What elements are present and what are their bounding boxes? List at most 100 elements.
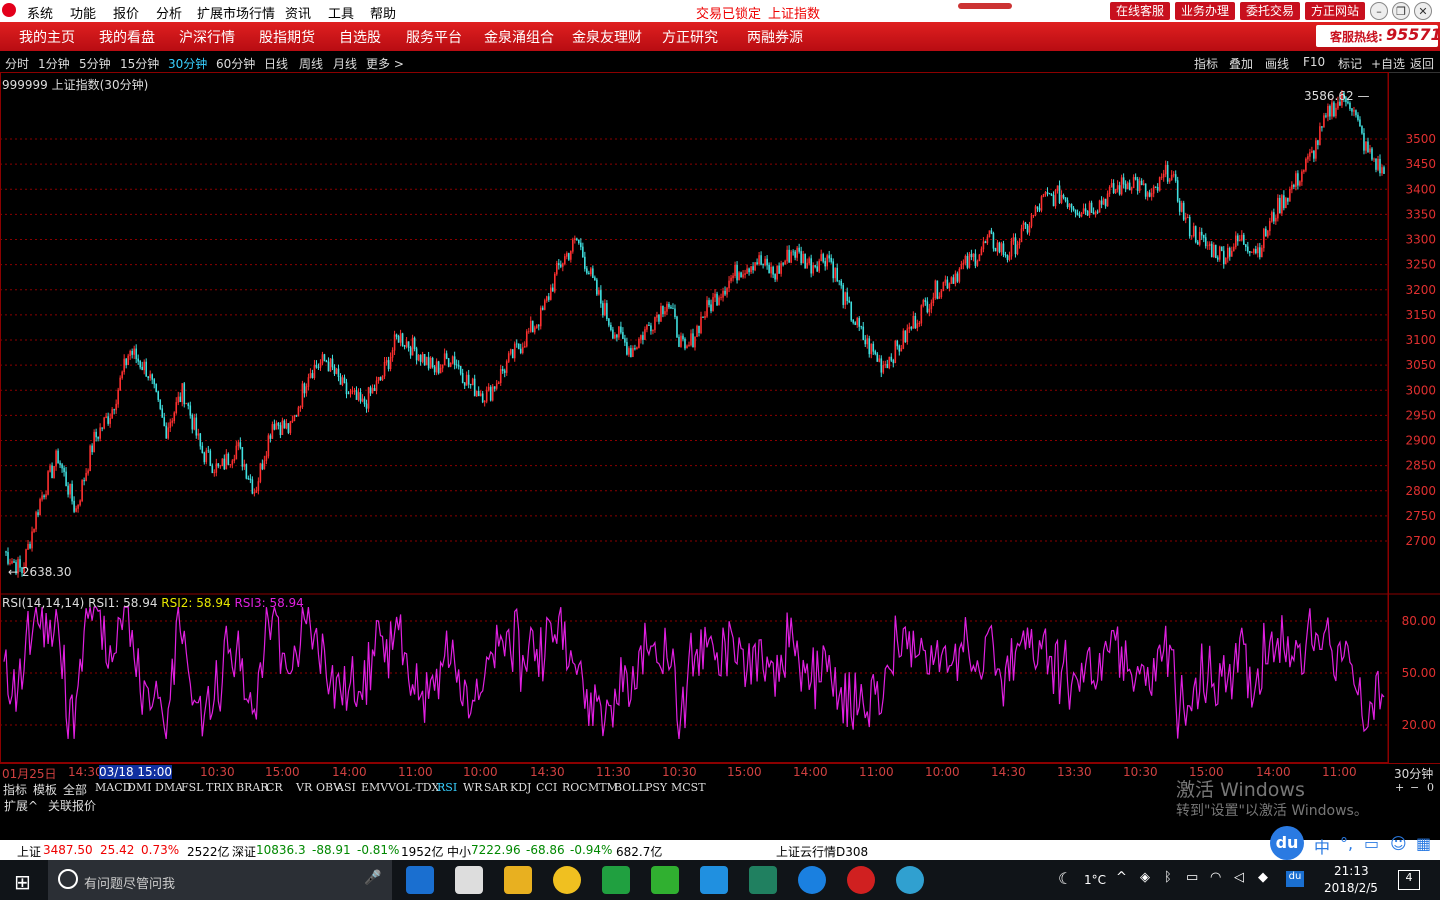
- indicator-tab-cci[interactable]: CCI: [536, 781, 557, 794]
- indicator-tab-psy[interactable]: PSY: [645, 781, 667, 794]
- tool-add-watch[interactable]: +自选: [1371, 55, 1405, 72]
- edge-icon[interactable]: [406, 866, 434, 894]
- ime-grid-icon[interactable]: ▦: [1416, 834, 1431, 853]
- period-5min[interactable]: 5分钟: [79, 55, 111, 72]
- tool-indicator[interactable]: 指标: [1194, 55, 1218, 72]
- menu-system[interactable]: 系统: [27, 3, 53, 22]
- menu-quote[interactable]: 报价: [113, 3, 139, 22]
- nav-research[interactable]: 方正研究: [662, 27, 718, 47]
- indicator-tab-dma[interactable]: DMA: [155, 781, 183, 794]
- related-quote-tab[interactable]: 关联报价: [48, 797, 96, 814]
- indicator-tab-模板[interactable]: 模板: [33, 781, 57, 798]
- online-service-button[interactable]: 在线客服: [1110, 2, 1170, 20]
- period-60min[interactable]: 60分钟: [216, 55, 255, 72]
- period-tick[interactable]: 分时: [5, 55, 29, 72]
- menu-function[interactable]: 功能: [70, 3, 96, 22]
- indicator-tab-emv[interactable]: EMV: [361, 781, 388, 794]
- indicator-tab-指标[interactable]: 指标: [3, 781, 27, 798]
- bluetooth-icon[interactable]: ᛒ: [1164, 870, 1172, 885]
- nav-futures[interactable]: 股指期货: [259, 27, 315, 47]
- clock-date[interactable]: 2018/2/5: [1324, 881, 1378, 895]
- indicator-tab-mcst[interactable]: MCST: [671, 781, 706, 794]
- notification-icon[interactable]: 4: [1398, 870, 1420, 890]
- microphone-icon[interactable]: 🎤: [364, 870, 381, 886]
- indicator-tab-cr[interactable]: CR: [266, 781, 283, 794]
- clock-time[interactable]: 21:13: [1334, 864, 1369, 878]
- tool-draw[interactable]: 画线: [1265, 55, 1289, 72]
- app-yellow-icon[interactable]: [553, 866, 581, 894]
- weather-temp[interactable]: 1°C: [1084, 873, 1106, 887]
- indicator-tab-trix[interactable]: TRIX: [206, 781, 234, 794]
- tool-overlay[interactable]: 叠加: [1229, 55, 1253, 72]
- menu-tools[interactable]: 工具: [328, 3, 354, 22]
- cortana-icon[interactable]: [58, 869, 78, 889]
- nav-market[interactable]: 沪深行情: [179, 27, 235, 47]
- tray-chevron-icon[interactable]: ^: [1116, 870, 1127, 885]
- period-more[interactable]: 更多 >: [366, 55, 404, 72]
- period-15min[interactable]: 15分钟: [120, 55, 159, 72]
- nav-service[interactable]: 服务平台: [406, 27, 462, 47]
- explorer-icon[interactable]: [504, 866, 532, 894]
- menu-help[interactable]: 帮助: [370, 3, 396, 22]
- founder-app-icon[interactable]: [847, 866, 875, 894]
- indicator-tab-macd[interactable]: MACD: [95, 781, 131, 794]
- indicator-tab-dmi[interactable]: DMI: [127, 781, 151, 794]
- business-button[interactable]: 业务办理: [1175, 2, 1235, 20]
- browser-globe-icon[interactable]: [896, 866, 924, 894]
- video-player-icon[interactable]: [700, 866, 728, 894]
- ime-punct-icon[interactable]: °,: [1340, 834, 1353, 853]
- website-button[interactable]: 方正网站: [1305, 2, 1365, 20]
- ime-keyboard-icon[interactable]: ▭: [1364, 834, 1379, 853]
- tool-back[interactable]: 返回: [1410, 55, 1434, 72]
- zoom-in-icon[interactable]: +: [1395, 781, 1404, 794]
- restore-icon[interactable]: ❐: [1392, 2, 1410, 20]
- ie-icon[interactable]: [798, 866, 826, 894]
- period-1min[interactable]: 1分钟: [38, 55, 70, 72]
- nav-portfolio[interactable]: 金泉涌组合: [484, 27, 554, 47]
- indicator-tab-wr[interactable]: WR: [463, 781, 483, 794]
- shield-icon[interactable]: ◈: [1140, 870, 1150, 885]
- tool-mark[interactable]: 标记: [1338, 55, 1362, 72]
- app-green-icon[interactable]: [602, 866, 630, 894]
- ime-user-icon[interactable]: ☺: [1390, 834, 1407, 853]
- baidu-tray-icon[interactable]: du: [1286, 871, 1304, 887]
- indicator-tab-roc[interactable]: ROC: [562, 781, 588, 794]
- entrust-trade-button[interactable]: 委托交易: [1240, 2, 1300, 20]
- minimize-icon[interactable]: –: [1370, 2, 1388, 20]
- menu-analysis[interactable]: 分析: [156, 3, 182, 22]
- iqiyi-icon[interactable]: [651, 866, 679, 894]
- indicator-tab-全部[interactable]: 全部: [63, 781, 87, 798]
- nav-home[interactable]: 我的主页: [19, 27, 75, 47]
- cloud-quote[interactable]: 上证云行情D308: [776, 843, 868, 860]
- close-icon[interactable]: ✕: [1414, 2, 1432, 20]
- search-input[interactable]: 有问题尽管问我: [84, 873, 175, 892]
- period-30min[interactable]: 30分钟: [168, 55, 207, 72]
- indicator-tab-vr[interactable]: VR: [296, 781, 312, 794]
- sh-label[interactable]: 上证: [17, 843, 41, 860]
- baidu-ime-icon[interactable]: du: [1270, 826, 1304, 860]
- zx-label[interactable]: 中小: [447, 843, 471, 860]
- tray-app-icon[interactable]: ◆: [1258, 870, 1268, 885]
- indicator-tab-vol-tdx[interactable]: VOL-TDX: [388, 781, 439, 794]
- indicator-tab-kdj[interactable]: KDJ: [510, 781, 531, 794]
- zoom-out-icon[interactable]: −: [1410, 781, 1419, 794]
- period-week[interactable]: 周线: [299, 55, 323, 72]
- indicator-tab-boll[interactable]: BOLL: [614, 781, 646, 794]
- menu-news[interactable]: 资讯: [285, 3, 311, 22]
- wifi-icon[interactable]: ◠: [1210, 870, 1221, 885]
- nav-my-board[interactable]: 我的看盘: [99, 27, 155, 47]
- kline-chart[interactable]: 3500 3450 3400 3350 3300 3250 3200 3150 3100 3050…: [0, 72, 1440, 763]
- menu-ext-market[interactable]: 扩展市场行情: [197, 3, 275, 22]
- expand-tab[interactable]: 扩展^: [4, 797, 38, 814]
- indicator-tab-asi[interactable]: ASI: [336, 781, 356, 794]
- ime-language[interactable]: 中: [1314, 834, 1330, 858]
- app-teal-icon[interactable]: [749, 866, 777, 894]
- volume-icon[interactable]: ◁: [1234, 870, 1244, 885]
- indicator-tab-sar[interactable]: SAR: [484, 781, 508, 794]
- battery-icon[interactable]: ▭: [1186, 870, 1198, 885]
- indicator-tab-fsl[interactable]: FSL: [181, 781, 203, 794]
- nav-margin[interactable]: 两融券源: [747, 27, 803, 47]
- weather-moon-icon[interactable]: ☾: [1058, 869, 1072, 888]
- store-icon[interactable]: [455, 866, 483, 894]
- reset-icon[interactable]: 0: [1427, 781, 1434, 794]
